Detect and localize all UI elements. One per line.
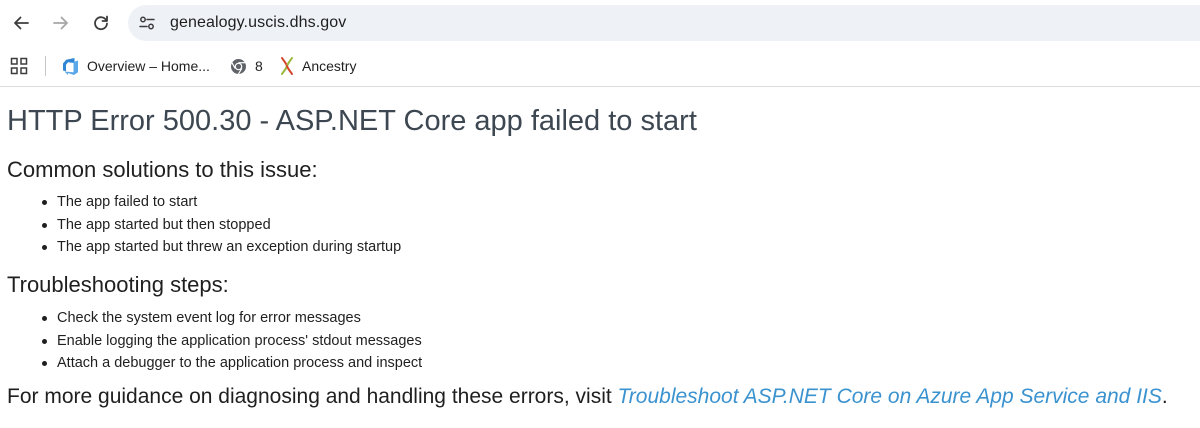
arrow-right-icon xyxy=(53,16,68,30)
solutions-list: The app failed to start The app started … xyxy=(36,191,401,259)
troubleshooting-list: Check the system event log for error mes… xyxy=(36,307,422,375)
bookmark-label: 8 xyxy=(255,58,263,74)
list-item: Attach a debugger to the application pro… xyxy=(36,352,422,375)
bookmarks-bar: Overview – Home... 8 Ancestry xyxy=(0,46,1200,87)
apps-button[interactable] xyxy=(10,57,28,75)
url-text[interactable]: genealogy.uscis.dhs.gov xyxy=(170,13,346,33)
troubleshoot-link[interactable]: Troubleshoot ASP.NET Core on Azure App S… xyxy=(618,385,1162,408)
site-info-button[interactable] xyxy=(137,13,157,33)
troubleshooting-heading: Troubleshooting steps: xyxy=(7,272,229,297)
browser-toolbar: genealogy.uscis.dhs.gov xyxy=(0,0,1200,46)
list-item: The app started but threw an exception d… xyxy=(36,236,401,259)
list-item: Check the system event log for error mes… xyxy=(36,307,422,330)
page-title: HTTP Error 500.30 - ASP.NET Core app fai… xyxy=(7,105,697,137)
bookmark-label: Overview – Home... xyxy=(87,58,210,74)
address-bar[interactable]: genealogy.uscis.dhs.gov xyxy=(128,5,1200,41)
reload-icon xyxy=(94,15,108,31)
tune-icon xyxy=(139,16,155,30)
error-page: HTTP Error 500.30 - ASP.NET Core app fai… xyxy=(0,87,1200,428)
list-item: The app started but then stopped xyxy=(36,214,401,237)
guidance-text: For more guidance on diagnosing and hand… xyxy=(7,385,1168,409)
guidance-suffix: . xyxy=(1161,385,1168,408)
bookmark-overview[interactable]: Overview – Home... xyxy=(62,54,210,78)
reload-button[interactable] xyxy=(86,8,116,38)
back-button[interactable] xyxy=(6,8,36,38)
azure-devops-icon xyxy=(63,57,78,75)
bookmark-label: Ancestry xyxy=(302,58,357,74)
guidance-prefix: For more guidance on diagnosing and hand… xyxy=(7,385,618,408)
solutions-heading: Common solutions to this issue: xyxy=(7,157,318,182)
chrome-icon xyxy=(231,58,246,74)
list-item: Enable logging the application process' … xyxy=(36,330,422,353)
bookmark-ancestry[interactable]: Ancestry xyxy=(280,54,356,78)
forward-button[interactable] xyxy=(46,8,76,38)
bookmark-chrome[interactable]: 8 xyxy=(230,54,263,78)
ancestry-leaf-icon xyxy=(281,57,293,75)
bookmarks-divider xyxy=(45,56,46,76)
apps-grid-icon xyxy=(10,57,28,75)
list-item: The app failed to start xyxy=(36,191,401,214)
arrow-left-icon xyxy=(14,16,29,30)
